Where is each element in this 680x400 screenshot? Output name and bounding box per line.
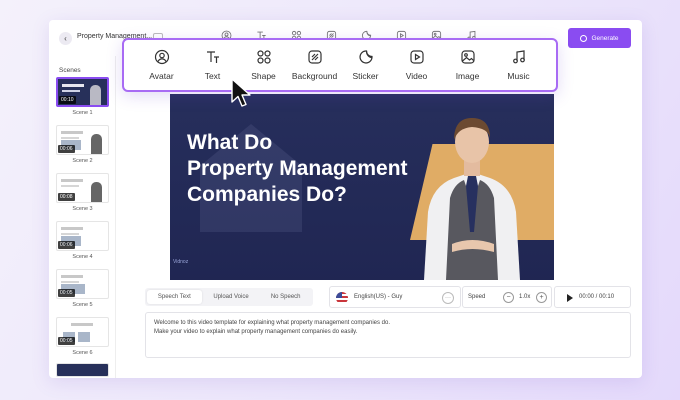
mouse-cursor-icon (231, 78, 251, 107)
scene-item[interactable]: 00:05 Scene 6 (56, 317, 109, 356)
scene-duration: 00:08 (58, 193, 75, 201)
scene-item[interactable]: 00:08 Scene 3 (56, 173, 109, 212)
tool-label: Video (405, 71, 428, 81)
tab-no-speech[interactable]: No Speech (258, 288, 313, 306)
title-line: Companies Do? (187, 183, 347, 206)
generate-icon (580, 34, 588, 42)
tool-text[interactable]: Text (189, 49, 237, 81)
speed-increase-button[interactable]: + (536, 292, 547, 303)
scene-label: Scene 6 (72, 350, 93, 356)
tool-label: Background (291, 71, 338, 81)
scene-label: Scene 3 (72, 206, 93, 212)
music-icon (512, 50, 525, 64)
tab-speech-text[interactable]: Speech Text (147, 290, 202, 304)
preview-title[interactable]: What Do Property Management Companies Do… (187, 130, 408, 208)
video-icon (409, 50, 424, 64)
tool-image[interactable]: Image (444, 49, 492, 81)
chevron-left-icon: ‹ (64, 33, 67, 43)
scene-item[interactable]: 00:06 Scene 4 (56, 221, 109, 260)
scenes-title: Scenes (59, 67, 81, 74)
scene-item[interactable] (56, 363, 109, 377)
scene-thumbnail: 00:06 (56, 221, 109, 251)
element-toolbar: Avatar Text Shape Background Sticker Vid… (122, 38, 558, 92)
back-button[interactable]: ‹ (59, 32, 72, 45)
playback-time: 00:00 / 00:10 (579, 294, 615, 300)
scene-thumbnail: 00:08 (56, 173, 109, 203)
image-icon (460, 50, 475, 64)
scene-thumbnail: 00:05 (56, 317, 109, 347)
scene-thumbnail: 00:05 (56, 269, 109, 299)
scenes-sidebar: Scenes 00:10 Scene 1 00:06 Scene 2 00:08… (49, 56, 116, 378)
more-options-icon[interactable]: ··· (442, 292, 454, 304)
us-flag-icon (336, 292, 348, 304)
avatar-icon (154, 49, 169, 65)
sticker-icon (358, 50, 373, 64)
video-preview[interactable]: What Do Property Management Companies Do… (170, 94, 554, 280)
scene-label: Scene 5 (72, 302, 93, 308)
shape-icon (256, 50, 271, 64)
tool-shape[interactable]: Shape (240, 49, 288, 81)
tool-label: Avatar (149, 71, 174, 81)
voice-selector[interactable]: English(US) - Guy ··· (329, 286, 461, 308)
script-line: Welcome to this video template for expla… (154, 320, 391, 326)
scene-duration: 00:05 (58, 289, 75, 297)
tool-label: Shape (251, 71, 276, 81)
background-icon (307, 50, 322, 64)
scene-item[interactable]: 00:10 Scene 1 (56, 77, 109, 116)
speed-label: Speed (468, 294, 486, 300)
scene-duration: 00:06 (58, 241, 75, 249)
scene-label: Scene 4 (72, 254, 93, 260)
tool-avatar[interactable]: Avatar (138, 49, 186, 81)
speed-control: Speed − 1.0x + (462, 286, 552, 308)
scene-duration: 00:05 (58, 337, 75, 345)
scene-duration: 00:06 (58, 145, 75, 153)
speed-decrease-button[interactable]: − (503, 292, 514, 303)
tool-background[interactable]: Background (291, 49, 339, 81)
scene-label: Scene 2 (72, 158, 93, 164)
tool-label: Sticker (352, 71, 379, 81)
text-icon (206, 51, 219, 63)
voice-name: English(US) - Guy (354, 294, 403, 300)
scene-item[interactable]: 00:06 Scene 2 (56, 125, 109, 164)
tool-video[interactable]: Video (393, 49, 441, 81)
tool-label: Music (507, 71, 530, 81)
tab-upload-voice[interactable]: Upload Voice (204, 288, 259, 306)
speech-tabs: Speech Text Upload Voice No Speech (145, 288, 313, 306)
scene-label: Scene 1 (72, 110, 93, 116)
tool-music[interactable]: Music (495, 49, 543, 81)
brand-logo: Vidnoz (173, 259, 189, 265)
play-icon[interactable] (567, 294, 573, 302)
audio-player: 00:00 / 00:10 (554, 286, 631, 308)
tool-sticker[interactable]: Sticker (342, 49, 390, 81)
scene-thumbnail: 00:10 (56, 77, 109, 107)
title-line: Property Management (187, 157, 408, 180)
script-line: Make your video to explain what property… (154, 329, 358, 335)
scene-thumbnail (56, 363, 109, 377)
tool-label: Image (455, 71, 480, 81)
scene-duration: 00:10 (59, 96, 76, 104)
generate-label: Generate (591, 34, 619, 42)
scene-thumbnail: 00:06 (56, 125, 109, 155)
title-line: What Do (187, 131, 273, 154)
speed-value: 1.0x (519, 294, 531, 300)
scene-item[interactable]: 00:05 Scene 5 (56, 269, 109, 308)
script-textarea[interactable]: Welcome to this video template for expla… (145, 312, 631, 358)
tool-label: Text (204, 71, 221, 81)
avatar-figure[interactable] (402, 112, 542, 280)
generate-button[interactable]: Generate (568, 28, 631, 48)
